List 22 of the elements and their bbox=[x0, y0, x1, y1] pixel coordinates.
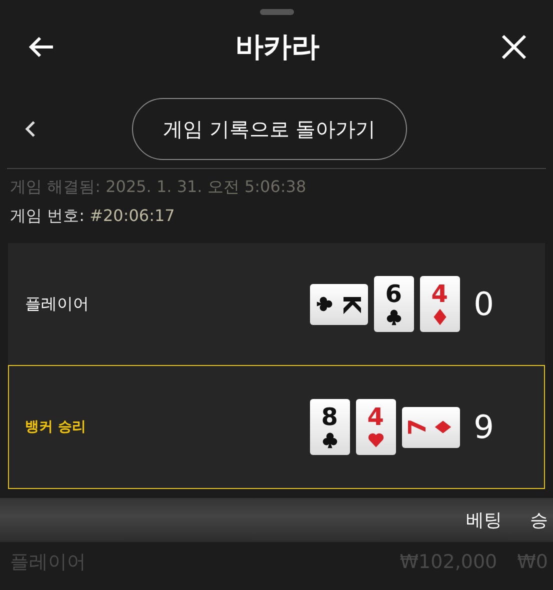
card-rank: 8 bbox=[321, 405, 338, 429]
card-rank: K bbox=[340, 294, 364, 314]
hand-score: 0 bbox=[474, 285, 494, 323]
info-value: 2025. 1. 31. 오전 5:06:38 bbox=[106, 177, 306, 196]
page-title: 바카라 bbox=[236, 29, 320, 65]
back-to-history-button[interactable]: 게임 기록으로 돌아가기 bbox=[132, 98, 407, 160]
column-header: 베팅 bbox=[466, 509, 502, 532]
card-rank: 4 bbox=[431, 282, 448, 306]
card-rank: 7 bbox=[406, 418, 430, 436]
back-arrow-icon[interactable] bbox=[28, 36, 54, 58]
hand-score: 9 bbox=[474, 408, 494, 446]
close-icon[interactable] bbox=[501, 34, 527, 60]
card-rank: 6 bbox=[385, 282, 402, 306]
column-header: 승 bbox=[530, 509, 548, 532]
hand-label: 플레이어 bbox=[25, 294, 90, 314]
info-label: 게임 번호: bbox=[10, 206, 84, 225]
hand-label: 뱅커 승리 bbox=[25, 418, 87, 436]
info-value: #20:06:17 bbox=[90, 206, 175, 225]
drag-handle[interactable] bbox=[260, 9, 294, 15]
chevron-left-icon[interactable] bbox=[24, 120, 36, 138]
card-rank: 4 bbox=[367, 405, 384, 429]
info-label: 게임 해결됨: bbox=[10, 177, 100, 196]
